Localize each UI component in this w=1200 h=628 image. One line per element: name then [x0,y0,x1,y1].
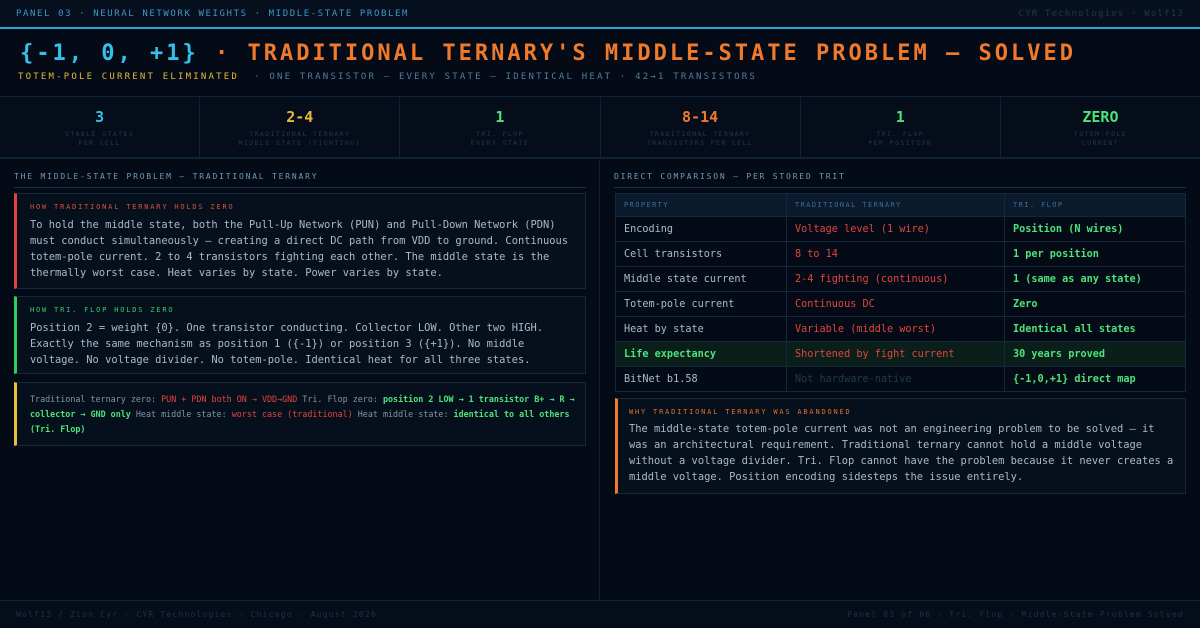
column-header: PROPERTY [615,193,787,217]
title-trit-set: {-1, 0, +1} [20,41,199,66]
traditional-cell: Voltage level (1 wire) [786,216,1005,242]
triflop-cell: 1 (same as any state) [1004,266,1186,292]
why-abandoned-box: WHY TRADITIONAL TERNARY WAS ABANDONED Th… [615,398,1186,494]
traditional-cell: Shortened by fight current [786,341,1005,367]
box-text: The middle-state totem-pole current was … [629,423,1174,483]
property-cell: Life expectancy [615,341,787,367]
triflop-cell: {-1,0,+1} direct map [1004,366,1186,392]
stats-row: 3 STABLE STATES PER CELL 2-4 TRADITIONAL … [0,97,1200,159]
stat-label: TRI. FLOP PER POSITION [868,130,933,147]
box-title: WHY TRADITIONAL TERNARY WAS ABANDONED [629,408,852,416]
section-title: DIRECT COMPARISON — PER STORED TRIT [614,172,846,181]
stat-traditional-middle: 2-4 TRADITIONAL TERNARY MIDDLE STATE (FIG… [200,97,401,157]
table-row: BitNet b1.58 Not hardware-native {-1,0,+… [615,366,1186,392]
property-cell: Totem-pole current [615,291,787,317]
stat-triflop-every-state: 1 TRI. FLOP EVERY STATE [400,97,601,157]
triflop-zero-box: HOW TRI. FLOP HOLDS ZERO Position 2 = we… [14,296,586,374]
stat-traditional-transistors: 8-14 TRADITIONAL TERNARY TRANSISTORS PER … [601,97,801,157]
title-text: TRADITIONAL TERNARY'S MIDDLE-STATE PROBL… [247,41,1076,66]
table-row: Totem-pole current Continuous DC Zero [615,291,1186,317]
traditional-cell: 2-4 fighting (continuous) [786,266,1005,292]
box-title: HOW TRADITIONAL TERNARY HOLDS ZERO [30,203,235,211]
table-header-row: PROPERTY TRADITIONAL TERNARY TRI. FLOP [615,193,1186,217]
left-panel: THE MIDDLE-STATE PROBLEM — TRADITIONAL T… [0,160,600,600]
stat-value: 1 [495,108,505,126]
subtitle-rest: · ONE TRANSISTOR — EVERY STATE — IDENTIC… [254,72,758,82]
table-row-highlighted: Life expectancy Shortened by fight curre… [615,341,1186,367]
stat-label: TRADITIONAL TERNARY TRANSISTORS PER CELL [646,130,754,147]
summary-box: Traditional ternary zero: PUN + PDN both… [14,382,586,446]
footer: Wolf13 / Zion Cyr · CYR Technologies · C… [0,600,1200,628]
traditional-cell: 8 to 14 [786,241,1005,267]
stat-totem-pole-current: ZERO TOTEM-POLE CURRENT [1001,97,1200,157]
brand-credit: CYR Technologies · Wolf13 [1018,8,1184,19]
top-bar: PANEL 03 · NEURAL NETWORK WEIGHTS · MIDD… [0,0,1200,29]
page-subtitle: TOTEM-POLE CURRENT ELIMINATED · ONE TRAN… [18,72,757,82]
page-title: {-1, 0, +1} · TRADITIONAL TERNARY'S MIDD… [20,41,1076,66]
traditional-cell: Continuous DC [786,291,1005,317]
section-title: THE MIDDLE-STATE PROBLEM — TRADITIONAL T… [14,172,319,181]
header: {-1, 0, +1} · TRADITIONAL TERNARY'S MIDD… [0,31,1200,97]
table-row: Heat by state Variable (middle worst) Id… [615,316,1186,342]
property-cell: Middle state current [615,266,787,292]
section-divider [614,187,1186,188]
property-cell: Heat by state [615,316,787,342]
triflop-cell: Identical all states [1004,316,1186,342]
summary-text: Traditional ternary zero: PUN + PDN both… [30,394,575,434]
comparison-table: PROPERTY TRADITIONAL TERNARY TRI. FLOP E… [615,193,1186,392]
property-cell: Cell transistors [615,241,787,267]
box-text: Position 2 = weight {0}. One transistor … [30,322,543,366]
stat-label: TOTEM-POLE CURRENT [1073,130,1128,147]
subtitle-accent: TOTEM-POLE CURRENT ELIMINATED [18,72,239,82]
column-header: TRADITIONAL TERNARY [786,193,1005,217]
column-header: TRI. FLOP [1004,193,1186,217]
footer-panel-info: Panel 03 of 06 · Tri. Flop · Middle-Stat… [847,610,1184,619]
stat-triflop-per-position: 1 TRI. FLOP PER POSITION [801,97,1001,157]
table-row: Middle state current 2-4 fighting (conti… [615,266,1186,292]
stat-stable-states: 3 STABLE STATES PER CELL [0,97,201,157]
footer-credit: Wolf13 / Zion Cyr · CYR Technologies · C… [16,610,377,619]
triflop-cell: Position (N wires) [1004,216,1186,242]
stat-value: 2-4 [286,108,314,126]
stat-value: 1 [895,108,905,126]
triflop-cell: Zero [1004,291,1186,317]
stat-value: 8-14 [682,108,719,126]
traditional-zero-box: HOW TRADITIONAL TERNARY HOLDS ZERO To ho… [14,193,586,289]
property-cell: Encoding [615,216,787,242]
stat-label: STABLE STATES PER CELL [65,130,135,147]
table-row: Cell transistors 8 to 14 1 per position [615,241,1186,267]
stat-value: 3 [95,108,105,126]
right-panel: DIRECT COMPARISON — PER STORED TRIT PROP… [601,160,1200,600]
panel-breadcrumb: PANEL 03 · NEURAL NETWORK WEIGHTS · MIDD… [16,8,410,19]
triflop-cell: 30 years proved [1004,341,1186,367]
traditional-cell: Not hardware-native [786,366,1005,392]
table-row: Encoding Voltage level (1 wire) Position… [615,216,1186,242]
property-cell: BitNet b1.58 [615,366,787,392]
stat-label: TRI. FLOP EVERY STATE [470,130,530,147]
box-text: To hold the middle state, both the Pull-… [30,219,568,279]
section-divider [14,187,586,188]
stat-label: TRADITIONAL TERNARY MIDDLE STATE (FIGHTIN… [238,130,361,147]
triflop-cell: 1 per position [1004,241,1186,267]
traditional-cell: Variable (middle worst) [786,316,1005,342]
box-title: HOW TRI. FLOP HOLDS ZERO [30,306,175,314]
stat-value: ZERO [1082,108,1119,126]
title-separator: · [214,41,232,66]
